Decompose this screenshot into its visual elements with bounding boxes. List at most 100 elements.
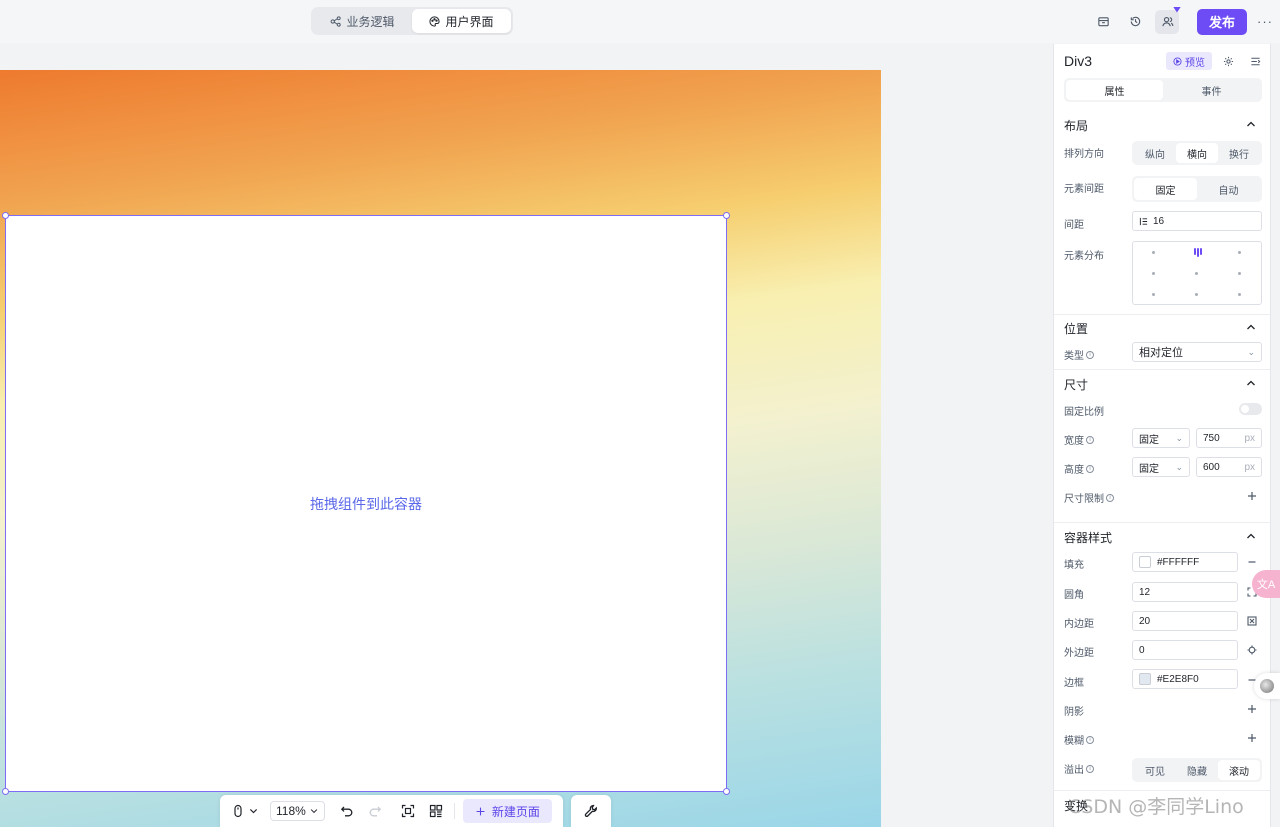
fill-color-input[interactable]: #FFFFFF bbox=[1132, 552, 1238, 572]
pointer-mode-button[interactable] bbox=[231, 800, 259, 822]
chevron-down-icon bbox=[249, 809, 258, 814]
add-shadow-button[interactable] bbox=[1246, 703, 1258, 715]
tab-user-interface-label: 用户界面 bbox=[445, 14, 494, 29]
chevron-down-icon: ⌄ bbox=[1175, 432, 1183, 443]
section-title-container-style: 容器样式 bbox=[1064, 531, 1113, 545]
margin-icon bbox=[1247, 645, 1257, 655]
border-value: #E2E8F0 bbox=[1157, 673, 1199, 685]
margin-value: 0 bbox=[1139, 644, 1145, 656]
height-unit: px bbox=[1244, 461, 1255, 473]
collaborators-button[interactable] bbox=[1155, 6, 1181, 34]
overflow-visible[interactable]: 可见 bbox=[1134, 760, 1176, 780]
position-type-select[interactable]: 相对定位 ⌄ bbox=[1132, 342, 1262, 362]
zoom-select[interactable]: 118% bbox=[270, 801, 325, 821]
radius-input[interactable]: 12 bbox=[1132, 582, 1238, 602]
info-icon: i bbox=[1106, 493, 1114, 502]
collapse-layout-button[interactable] bbox=[1245, 118, 1257, 130]
info-icon: i bbox=[1086, 464, 1094, 473]
distribution-dot[interactable] bbox=[1238, 272, 1241, 275]
border-color-input[interactable]: #E2E8F0 bbox=[1132, 669, 1238, 689]
gap-auto[interactable]: 自动 bbox=[1197, 178, 1260, 200]
assistant-ball-widget[interactable] bbox=[1254, 673, 1280, 699]
gap-fixed[interactable]: 固定 bbox=[1134, 178, 1197, 200]
tab-events[interactable]: 事件 bbox=[1163, 80, 1260, 100]
plus-icon bbox=[1248, 492, 1256, 500]
size-limit-label-text: 尺寸限制 bbox=[1064, 494, 1104, 505]
settings-button[interactable] bbox=[1221, 54, 1235, 68]
border-swatch[interactable] bbox=[1139, 673, 1151, 685]
new-page-button[interactable]: 新建页面 bbox=[462, 799, 552, 823]
collapse-position-button[interactable] bbox=[1245, 321, 1257, 333]
distribution-dot[interactable] bbox=[1152, 272, 1155, 275]
new-page-label: 新建页面 bbox=[491, 804, 540, 819]
fit-screen-button[interactable] bbox=[397, 800, 419, 822]
tools-button[interactable] bbox=[580, 800, 602, 822]
plus-icon bbox=[1248, 734, 1256, 742]
fixed-ratio-toggle[interactable] bbox=[1239, 403, 1262, 415]
height-input[interactable]: 600 px bbox=[1196, 457, 1262, 477]
archive-button[interactable] bbox=[1092, 11, 1114, 33]
direction-horizontal[interactable]: 横向 bbox=[1176, 143, 1218, 163]
publish-button[interactable]: 发布 bbox=[1197, 8, 1247, 35]
undo-button[interactable] bbox=[336, 800, 358, 822]
translate-widget[interactable]: 文A bbox=[1252, 570, 1280, 598]
border-label: 边框 bbox=[1064, 678, 1084, 689]
resize-handle-bottom-left[interactable] bbox=[2, 788, 9, 795]
more-button[interactable]: ··· bbox=[1250, 14, 1280, 29]
distribution-dot[interactable] bbox=[1152, 251, 1155, 254]
redo-button[interactable] bbox=[364, 800, 386, 822]
width-mode-select[interactable]: 固定 ⌄ bbox=[1132, 428, 1190, 448]
collapse-container-style-button[interactable] bbox=[1245, 530, 1257, 542]
info-icon: i bbox=[1086, 435, 1094, 444]
collapse-size-button[interactable] bbox=[1245, 377, 1257, 389]
canvas-controls: 118% 新建页面 bbox=[220, 795, 563, 827]
outline-button[interactable] bbox=[1248, 54, 1262, 68]
watermark: CSDN @李同学Lino bbox=[1068, 796, 1244, 818]
resize-handle-top-right[interactable] bbox=[723, 212, 730, 219]
spacing-input[interactable]: 16 bbox=[1132, 211, 1262, 231]
chevron-up-icon bbox=[1247, 324, 1255, 330]
position-type-value: 相对定位 bbox=[1139, 347, 1183, 359]
distribution-dot[interactable] bbox=[1238, 293, 1241, 296]
top-bar: 业务逻辑 用户界面 发布 ··· bbox=[0, 0, 1280, 43]
width-unit: px bbox=[1244, 432, 1255, 444]
tab-user-interface[interactable]: 用户界面 bbox=[412, 9, 511, 33]
padding-input[interactable]: 20 bbox=[1132, 611, 1238, 631]
overflow-hidden[interactable]: 隐藏 bbox=[1176, 760, 1218, 780]
section-divider bbox=[1054, 790, 1270, 791]
components-button[interactable] bbox=[425, 800, 447, 822]
margin-sides-button[interactable] bbox=[1246, 644, 1258, 656]
section-divider bbox=[1054, 369, 1270, 370]
component-name: Div3 bbox=[1064, 53, 1093, 69]
section-title-position: 位置 bbox=[1064, 322, 1089, 336]
palette-icon bbox=[429, 15, 441, 27]
radius-label: 圆角 bbox=[1064, 590, 1084, 601]
add-blur-button[interactable] bbox=[1246, 732, 1258, 744]
selected-container-div3[interactable]: 拖拽组件到此容器 bbox=[5, 215, 727, 792]
distribution-dot[interactable] bbox=[1152, 293, 1155, 296]
resize-handle-bottom-right[interactable] bbox=[723, 788, 730, 795]
margin-input[interactable]: 0 bbox=[1132, 640, 1238, 660]
resize-handle-top-left[interactable] bbox=[2, 212, 9, 219]
distribution-dot[interactable] bbox=[1195, 293, 1198, 296]
direction-wrap[interactable]: 换行 bbox=[1218, 143, 1260, 163]
remove-fill-button[interactable] bbox=[1246, 556, 1258, 568]
distribution-selected-icon[interactable] bbox=[1194, 248, 1203, 257]
fill-swatch[interactable] bbox=[1139, 556, 1151, 568]
add-size-limit-button[interactable] bbox=[1246, 490, 1258, 502]
padding-sides-button[interactable] bbox=[1246, 615, 1258, 627]
info-icon: i bbox=[1086, 764, 1094, 773]
direction-vertical[interactable]: 纵向 bbox=[1134, 143, 1176, 163]
tab-business-logic[interactable]: 业务逻辑 bbox=[313, 9, 412, 33]
distribution-dot[interactable] bbox=[1238, 251, 1241, 254]
overflow-scroll[interactable]: 滚动 bbox=[1218, 760, 1260, 780]
tab-properties[interactable]: 属性 bbox=[1066, 80, 1163, 100]
panel-tabs: 属性 事件 bbox=[1064, 78, 1262, 102]
width-input[interactable]: 750 px bbox=[1196, 428, 1262, 448]
fill-value: #FFFFFF bbox=[1157, 556, 1200, 568]
history-button[interactable] bbox=[1124, 11, 1146, 33]
preview-button[interactable]: 预览 bbox=[1166, 52, 1212, 70]
height-mode-select[interactable]: 固定 ⌄ bbox=[1132, 457, 1190, 477]
distribution-dot[interactable] bbox=[1195, 272, 1198, 275]
distribution-grid[interactable] bbox=[1132, 241, 1262, 305]
